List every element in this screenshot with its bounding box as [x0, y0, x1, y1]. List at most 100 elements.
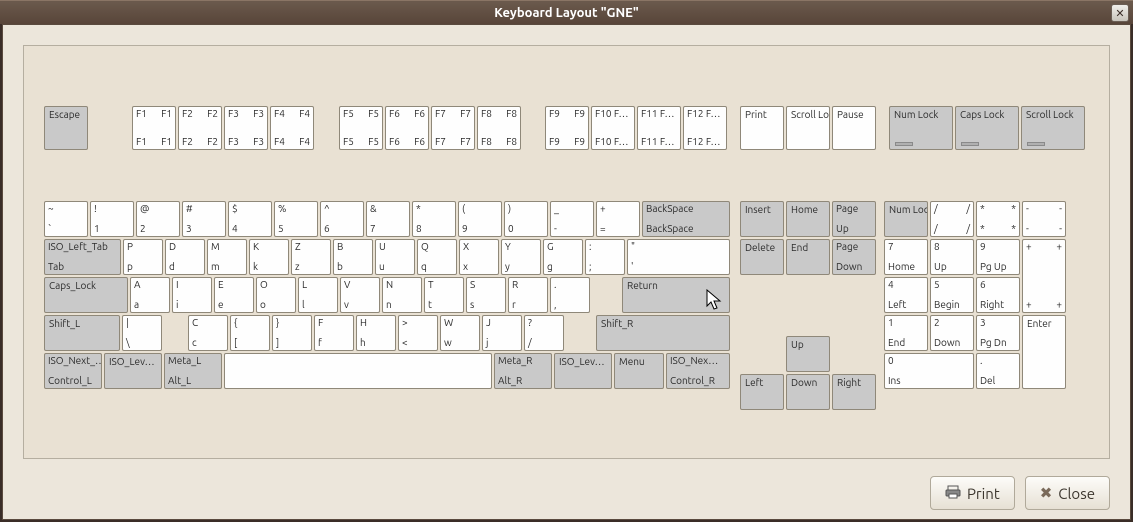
- key-f9: F9F9F9F9: [545, 106, 589, 150]
- key-label: Left: [745, 378, 763, 389]
- key-kp3: 3Pg Dn: [976, 315, 1020, 351]
- key-f6: F6F6F6F6: [385, 106, 429, 150]
- key-label: F7: [460, 109, 471, 120]
- key-ctrl-r: ISO_Nex…Control_R: [666, 353, 730, 389]
- key-g: Ll: [298, 277, 338, 313]
- key-label: v: [344, 300, 349, 311]
- key-label: Num Lock: [889, 205, 928, 216]
- key-label: =: [600, 224, 606, 235]
- key-label: q: [421, 262, 427, 273]
- key-grave: ~`: [44, 201, 88, 237]
- key-label: %: [278, 204, 286, 215]
- key-print: Print: [740, 106, 784, 150]
- key-k: Tt: [424, 277, 464, 313]
- key-kp2: 2Down: [930, 315, 974, 351]
- key-label: S: [470, 280, 475, 291]
- key-label: (: [462, 204, 465, 215]
- close-icon: ✕: [1115, 7, 1124, 20]
- key-label: 3: [980, 318, 986, 329]
- key-label: BackSpace: [646, 224, 694, 235]
- close-button[interactable]: ✖ Close: [1025, 476, 1110, 510]
- key-label: 7: [888, 242, 894, 253]
- key-label: 1: [94, 224, 100, 235]
- key-kp0: 0Ins: [884, 353, 974, 389]
- key-1: !1: [90, 201, 134, 237]
- key-label: F4: [299, 137, 310, 148]
- key-label: F10 F…: [595, 137, 629, 148]
- key-insert: Insert: [740, 201, 784, 237]
- key-t: Zz: [291, 239, 331, 275]
- titlebar: Keyboard Layout "GNE" ✕: [0, 0, 1133, 24]
- key-label: F3: [253, 109, 264, 120]
- print-label: Print: [967, 485, 1000, 502]
- key-label: F8: [506, 137, 517, 148]
- key-label: u: [379, 262, 385, 273]
- key-lock-num: Num Lock: [889, 106, 953, 150]
- key-label: +: [1026, 300, 1032, 311]
- key-a: Aa: [130, 277, 170, 313]
- key-caps: Caps_Lock: [44, 277, 128, 313]
- key-label: ": [631, 242, 635, 253]
- key-label: 5: [934, 280, 940, 291]
- key-e: Mm: [207, 239, 247, 275]
- key-lock-scroll: Scroll Lock: [1021, 106, 1085, 150]
- key-label: p: [127, 262, 133, 273]
- key-label: Up: [934, 262, 947, 273]
- key-minus: _-: [550, 201, 594, 237]
- key-kp5: 5Begin: [930, 277, 974, 313]
- print-button[interactable]: Print: [930, 476, 1015, 510]
- key-label: .: [554, 280, 556, 291]
- key-label: ,: [554, 300, 556, 311]
- key-7: &7: [366, 201, 410, 237]
- key-j: Nn: [382, 277, 422, 313]
- key-label: *: [980, 224, 985, 235]
- key-label: -: [1026, 204, 1029, 215]
- key-end: End: [786, 239, 830, 275]
- lock-indicator: [1027, 142, 1045, 146]
- key-label: -: [1026, 224, 1029, 235]
- key-label: A: [134, 280, 141, 291]
- key-label: c: [192, 338, 197, 349]
- key-kpmul: ****: [976, 201, 1020, 237]
- key-label: C: [192, 318, 198, 329]
- key-label: F8: [481, 109, 492, 120]
- key-kpadd: ++++: [1022, 239, 1066, 313]
- key-v: Ff: [314, 315, 354, 351]
- key-label: 4: [888, 280, 894, 291]
- key-h: Vv: [340, 277, 380, 313]
- key-label: F1: [136, 137, 147, 148]
- key-label: T: [428, 280, 434, 291]
- key-label: F1: [161, 109, 172, 120]
- key-label: 5: [278, 224, 284, 235]
- key-5: %5: [274, 201, 318, 237]
- window-close-button[interactable]: ✕: [1111, 4, 1129, 22]
- key-x: {[: [230, 315, 270, 351]
- key-lock-caps: Caps Lock: [955, 106, 1019, 150]
- key-s: Ii: [172, 277, 212, 313]
- key-meta-l: Meta_LAlt_L: [164, 353, 222, 389]
- key-label: F9: [574, 137, 585, 148]
- key-pause: Pause: [832, 106, 876, 150]
- key-label: Control_R: [670, 376, 715, 387]
- key-label: Right: [980, 300, 1004, 311]
- key-label: g: [547, 262, 553, 273]
- key-label: O: [260, 280, 268, 291]
- key-n: ><: [398, 315, 438, 351]
- key-label: w: [444, 338, 452, 349]
- key-label: <: [402, 338, 408, 349]
- key-label: /: [966, 224, 970, 235]
- key-label: Print: [745, 110, 767, 121]
- key-f5: F5F5F5F5: [339, 106, 383, 150]
- key-label: $: [232, 204, 238, 215]
- key-label: h: [360, 338, 366, 349]
- key-label: Pg Up: [980, 262, 1007, 273]
- key-label: Menu: [619, 357, 645, 368]
- key-label: }: [276, 318, 279, 329]
- key-kp1: 1End: [884, 315, 928, 351]
- key-label: Left: [888, 300, 906, 311]
- key-label: b: [337, 262, 343, 273]
- key-label: Scroll Lock: [791, 110, 830, 121]
- key-f8: F8F8F8F8: [477, 106, 521, 150]
- key-label: Pause: [837, 110, 864, 121]
- key-label: /: [934, 224, 938, 235]
